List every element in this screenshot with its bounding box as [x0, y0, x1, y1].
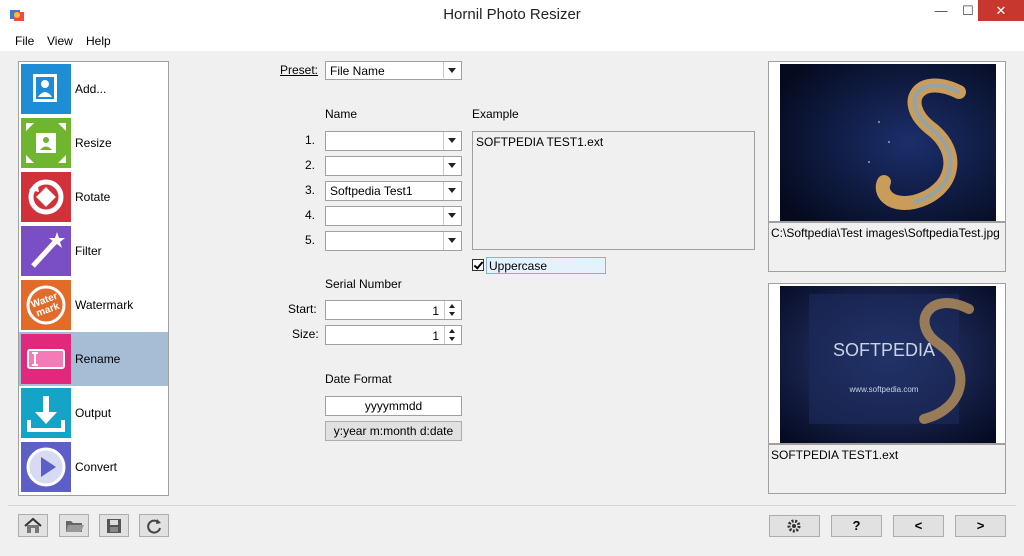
- sidebar-item-label: Rename: [75, 352, 121, 366]
- sidebar-item-resize[interactable]: Resize: [19, 116, 168, 170]
- date-format-help-button[interactable]: y:year m:month d:date: [325, 421, 462, 441]
- sidebar-item-rename[interactable]: Rename: [19, 332, 168, 386]
- uppercase-checkbox[interactable]: [472, 259, 484, 271]
- chevron-down-icon[interactable]: [443, 232, 461, 250]
- open-folder-button[interactable]: [59, 514, 89, 537]
- close-button[interactable]: ✕: [978, 0, 1024, 21]
- chevron-down-icon[interactable]: [443, 182, 461, 200]
- name-field-4[interactable]: [325, 206, 462, 226]
- sidebar-item-filter[interactable]: Filter: [19, 224, 168, 278]
- sidebar-item-label: Watermark: [75, 298, 134, 312]
- gear-icon: [770, 516, 819, 536]
- sidebar-item-rotate[interactable]: Rotate: [19, 170, 168, 224]
- save-button[interactable]: [99, 514, 129, 537]
- sidebar-item-add[interactable]: Add...: [19, 62, 168, 116]
- example-header: Example: [472, 107, 519, 121]
- stepper-buttons[interactable]: [444, 301, 461, 319]
- sidebar-item-label: Filter: [75, 244, 102, 258]
- save-icon: [100, 515, 128, 536]
- date-format-header: Date Format: [325, 372, 392, 386]
- window-title: Hornil Photo Resizer: [443, 6, 581, 23]
- sidebar-item-label: Resize: [75, 136, 112, 150]
- source-image-preview: [768, 61, 1006, 222]
- row-number: 5.: [305, 233, 316, 247]
- sidebar-item-watermark[interactable]: Water mark Watermark: [19, 278, 168, 332]
- title-bar: Hornil Photo Resizer — ☐ ✕: [0, 0, 1024, 32]
- menu-view[interactable]: View: [47, 34, 73, 48]
- size-value: 1: [432, 329, 439, 343]
- menu-help[interactable]: Help: [86, 34, 111, 48]
- preset-dropdown[interactable]: File Name: [325, 61, 462, 80]
- start-stepper[interactable]: 1: [325, 300, 462, 320]
- example-preview-box: SOFTPEDIA TEST1.ext: [472, 131, 755, 250]
- previous-button[interactable]: <: [893, 515, 944, 537]
- example-text: SOFTPEDIA TEST1.ext: [476, 135, 604, 149]
- name-field-2[interactable]: [325, 156, 462, 176]
- help-button[interactable]: ?: [831, 515, 882, 537]
- chevron-down-icon[interactable]: [443, 62, 461, 78]
- sidebar: Add... Resize Rotate Filter Water mark Wa…: [18, 61, 169, 496]
- uppercase-label-box[interactable]: Uppercase: [486, 257, 606, 274]
- add-photo-icon: [21, 64, 71, 114]
- row-number: 2.: [305, 158, 316, 172]
- sidebar-item-label: Rotate: [75, 190, 111, 204]
- row-number: 1.: [305, 133, 316, 147]
- menu-bar: File View Help: [0, 31, 1024, 51]
- minimize-button[interactable]: —: [929, 0, 953, 22]
- uppercase-label: Uppercase: [489, 259, 548, 273]
- bottom-separator: [8, 505, 1016, 506]
- rotate-icon: [21, 172, 71, 222]
- watermark-icon: Water mark: [21, 280, 71, 330]
- name-field-5[interactable]: [325, 231, 462, 251]
- name-field-1[interactable]: [325, 131, 462, 151]
- settings-button[interactable]: [769, 515, 820, 537]
- chevron-down-icon[interactable]: [443, 157, 461, 175]
- result-image-preview: SOFTPEDIA www.softpedia.com: [768, 283, 1006, 444]
- resize-icon: [21, 118, 71, 168]
- refresh-icon: [140, 515, 168, 536]
- start-label: Start:: [288, 302, 317, 316]
- stepper-buttons[interactable]: [444, 326, 461, 344]
- date-format-input[interactable]: yyyymmdd: [325, 396, 462, 416]
- sidebar-item-label: Add...: [75, 82, 107, 96]
- filter-wand-icon: [21, 226, 71, 276]
- result-name-caption: SOFTPEDIA TEST1.ext: [768, 444, 1006, 494]
- size-label: Size:: [292, 327, 319, 341]
- result-name: SOFTPEDIA TEST1.ext: [771, 448, 899, 462]
- refresh-button[interactable]: [139, 514, 169, 537]
- home-button[interactable]: [18, 514, 48, 537]
- sidebar-item-label: Convert: [75, 460, 118, 474]
- home-icon: [19, 515, 47, 536]
- chevron-down-icon[interactable]: [443, 207, 461, 225]
- menu-file[interactable]: File: [15, 34, 34, 48]
- preset-value: File Name: [330, 64, 385, 78]
- rename-icon: [21, 334, 71, 384]
- serial-header: Serial Number: [325, 277, 402, 291]
- source-path-caption: C:\Softpedia\Test images\SoftpediaTest.j…: [768, 222, 1006, 272]
- folder-open-icon: [60, 515, 88, 536]
- size-stepper[interactable]: 1: [325, 325, 462, 345]
- source-path: C:\Softpedia\Test images\SoftpediaTest.j…: [771, 226, 1000, 240]
- sidebar-item-output[interactable]: Output: [19, 386, 168, 440]
- row-number: 3.: [305, 183, 316, 197]
- convert-icon: [21, 442, 71, 492]
- next-button[interactable]: >: [955, 515, 1006, 537]
- sidebar-item-label: Output: [75, 406, 112, 420]
- preset-label: Preset:: [280, 63, 319, 77]
- preview-brand-text: SOFTPEDIA: [833, 340, 935, 360]
- chevron-down-icon[interactable]: [443, 132, 461, 150]
- row-number: 4.: [305, 208, 316, 222]
- start-value: 1: [432, 304, 439, 318]
- preview-url-text: www.softpedia.com: [849, 385, 919, 394]
- maximize-button[interactable]: ☐: [956, 0, 980, 22]
- name-field-value: Softpedia Test1: [330, 184, 413, 198]
- name-field-3[interactable]: Softpedia Test1: [325, 181, 462, 201]
- sidebar-item-convert[interactable]: Convert: [19, 440, 168, 494]
- name-header: Name: [325, 107, 358, 121]
- output-icon: [21, 388, 71, 438]
